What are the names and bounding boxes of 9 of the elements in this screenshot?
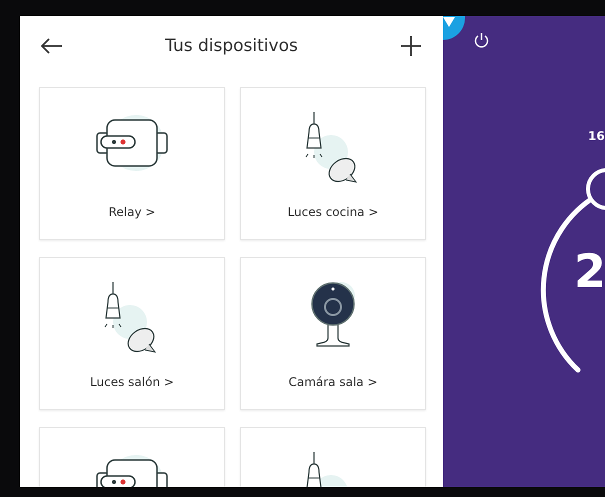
- temperature-value: 2: [574, 244, 605, 298]
- add-button[interactable]: [398, 34, 423, 58]
- device-card[interactable]: Luces cocina >: [240, 87, 426, 240]
- device-card[interactable]: Camára sala >: [240, 257, 426, 410]
- device-card[interactable]: Luces salón >: [39, 257, 225, 410]
- page-title: Tus dispositivos: [165, 36, 298, 56]
- setpoint-label: 16: [588, 129, 605, 143]
- power-icon[interactable]: [474, 32, 489, 48]
- device-card[interactable]: Relay >: [39, 87, 225, 240]
